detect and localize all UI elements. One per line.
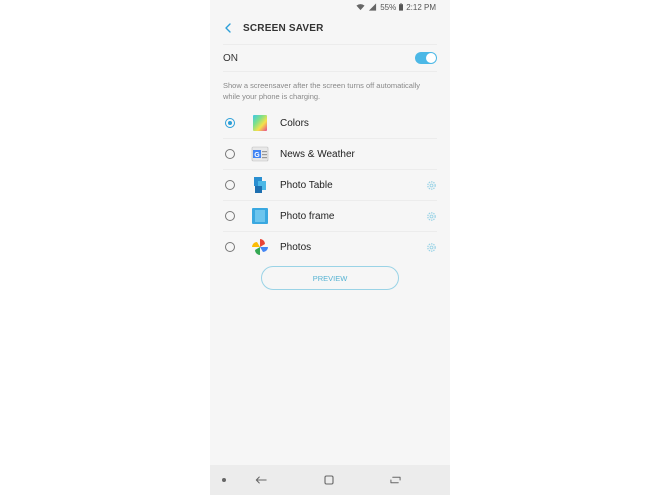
screensaver-options-list: Colors G News & Weather Photo Table Phot… <box>223 108 437 262</box>
status-bar: 55% 2:12 PM <box>210 0 450 14</box>
option-label: Photo frame <box>280 210 335 222</box>
settings-gear-icon[interactable] <box>426 211 437 222</box>
option-label: Photo Table <box>280 179 333 191</box>
option-news-weather[interactable]: G News & Weather <box>223 139 437 170</box>
status-time: 2:12 PM <box>406 2 436 12</box>
option-photo-table[interactable]: Photo Table <box>223 170 437 201</box>
navigation-bar <box>210 465 450 495</box>
wifi-icon <box>356 4 365 11</box>
news-weather-icon: G <box>251 146 269 162</box>
signal-icon <box>369 3 377 11</box>
photo-table-icon <box>254 177 266 193</box>
back-arrow-icon[interactable] <box>255 475 267 485</box>
photos-icon <box>252 239 268 255</box>
colors-icon <box>253 115 267 131</box>
option-label: Photos <box>280 241 312 253</box>
option-photos[interactable]: Photos <box>223 232 437 262</box>
header: SCREEN SAVER <box>210 14 450 42</box>
home-square-icon[interactable] <box>324 475 334 485</box>
option-colors[interactable]: Colors <box>223 108 437 139</box>
radio-photo-table[interactable] <box>225 180 235 190</box>
phone-screen: 55% 2:12 PM SCREEN SAVER ON Show a scree… <box>210 0 450 495</box>
chevron-left-icon[interactable] <box>221 21 235 35</box>
settings-gear-icon[interactable] <box>426 242 437 253</box>
page-title: SCREEN SAVER <box>243 22 324 34</box>
screensaver-toggle[interactable] <box>415 52 437 64</box>
radio-photo-frame[interactable] <box>225 211 235 221</box>
screensaver-description: Show a screensaver after the screen turn… <box>223 81 421 101</box>
settings-gear-icon[interactable] <box>426 180 437 191</box>
battery-icon <box>399 3 404 11</box>
option-label: Colors <box>280 117 309 129</box>
preview-button[interactable]: PREVIEW <box>261 266 399 290</box>
radio-photos[interactable] <box>225 242 235 252</box>
option-label: News & Weather <box>280 148 355 160</box>
dot-icon[interactable] <box>222 478 226 482</box>
option-photo-frame[interactable]: Photo frame <box>223 201 437 232</box>
radio-colors[interactable] <box>225 118 235 128</box>
screensaver-toggle-row[interactable]: ON <box>223 44 437 72</box>
svg-text:G: G <box>254 152 260 159</box>
photo-frame-icon <box>252 208 268 224</box>
toggle-knob <box>426 53 436 63</box>
radio-news-weather[interactable] <box>225 149 235 159</box>
battery-percent: 55% <box>380 2 397 12</box>
toggle-label: ON <box>223 52 238 64</box>
recents-icon[interactable] <box>390 475 401 485</box>
